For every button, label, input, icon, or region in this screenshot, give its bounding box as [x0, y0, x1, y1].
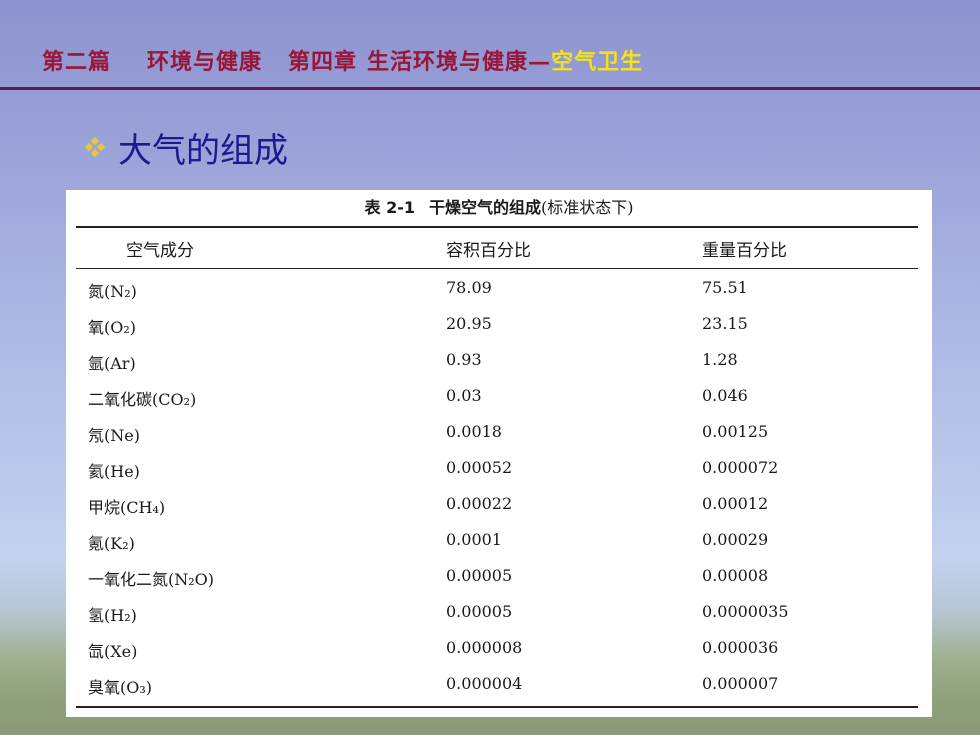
slide-header-title: 第二篇 环境与健康 第四章 生活环境与健康—空气卫生	[42, 44, 643, 76]
cell-weight: 0.000036	[702, 638, 779, 657]
table-row: 氮(N₂) 78.09 75.51	[66, 272, 932, 308]
header-divider	[0, 87, 980, 90]
table-row: 二氧化碳(CO₂) 0.03 0.046	[66, 380, 932, 416]
cell-weight: 0.000072	[702, 458, 779, 477]
cell-component: 甲烷(CH₄)	[88, 498, 166, 517]
header-part-title: 环境与健康	[147, 49, 263, 75]
cell-component: 氪(K₂)	[88, 534, 135, 553]
table-header-rule	[76, 268, 918, 269]
table-row: 一氧化二氮(N₂O) 0.00005 0.00008	[66, 560, 932, 596]
diamond-bullet-icon	[84, 136, 106, 158]
cell-weight: 0.00029	[702, 530, 769, 549]
column-header-volume: 容积百分比	[446, 241, 531, 261]
table-row: 氩(Ar) 0.93 1.28	[66, 344, 932, 380]
cell-volume: 0.00005	[446, 602, 513, 621]
slide-header: 第二篇 环境与健康 第四章 生活环境与健康—空气卫生	[0, 0, 980, 90]
caption-number: 表 2-1	[364, 198, 415, 217]
cell-volume: 78.09	[446, 278, 492, 297]
table-row: 氖(Ne) 0.0018 0.00125	[66, 416, 932, 452]
cell-weight: 0.046	[702, 386, 748, 405]
cell-weight: 1.28	[702, 350, 738, 369]
cell-volume: 0.0018	[446, 422, 502, 441]
cell-weight: 23.15	[702, 314, 748, 333]
cell-volume: 20.95	[446, 314, 492, 333]
table-caption: 表 2-1 干燥空气的组成(标准状态下)	[66, 194, 932, 218]
cell-weight: 0.000007	[702, 674, 779, 693]
cell-weight: 0.0000035	[702, 602, 789, 621]
cell-volume: 0.00052	[446, 458, 513, 477]
cell-volume: 0.000004	[446, 674, 523, 693]
caption-title: 干燥空气的组成	[428, 198, 541, 217]
header-part: 第二篇	[42, 49, 112, 75]
cell-component: 一氧化二氮(N₂O)	[88, 570, 215, 589]
table-row: 臭氧(O₃) 0.000004 0.000007	[66, 668, 932, 704]
cell-weight: 75.51	[702, 278, 748, 297]
cell-component: 臭氧(O₃)	[88, 678, 153, 697]
cell-component: 氩(Ar)	[88, 354, 136, 373]
table-row: 甲烷(CH₄) 0.00022 0.00012	[66, 488, 932, 524]
cell-component: 氮(N₂)	[88, 282, 137, 301]
cell-weight: 0.00008	[702, 566, 769, 585]
header-chapter: 第四章	[288, 49, 358, 75]
table-row: 氢(H₂) 0.00005 0.0000035	[66, 596, 932, 632]
cell-component: 氦(He)	[88, 462, 140, 481]
table-row: 氧(O₂) 20.95 23.15	[66, 308, 932, 344]
cell-volume: 0.00022	[446, 494, 513, 513]
table-row: 氙(Xe) 0.000008 0.000036	[66, 632, 932, 668]
cell-component: 氖(Ne)	[88, 426, 140, 445]
cell-component: 氢(H₂)	[88, 606, 137, 625]
column-header-component: 空气成分	[126, 241, 194, 261]
table-bottom-rule	[76, 706, 918, 708]
slide-heading: 大气的组成	[84, 122, 288, 172]
composition-table: 表 2-1 干燥空气的组成(标准状态下) 空气成分 容积百分比 重量百分比 氮(N…	[66, 190, 932, 717]
cell-volume: 0.93	[446, 350, 482, 369]
heading-text: 大气的组成	[118, 130, 288, 171]
cell-component: 二氧化碳(CO₂)	[88, 390, 197, 409]
cell-volume: 0.0001	[446, 530, 502, 549]
cell-volume: 0.000008	[446, 638, 523, 657]
cell-component: 氧(O₂)	[88, 318, 137, 337]
cell-component: 氙(Xe)	[88, 642, 138, 661]
table-row: 氪(K₂) 0.0001 0.00029	[66, 524, 932, 560]
caption-note: (标准状态下)	[541, 198, 634, 217]
header-chapter-title: 生活环境与健康—	[367, 49, 552, 75]
cell-weight: 0.00012	[702, 494, 769, 513]
cell-volume: 0.00005	[446, 566, 513, 585]
cell-weight: 0.00125	[702, 422, 769, 441]
header-section: 空气卫生	[551, 49, 644, 75]
table-top-rule	[76, 226, 918, 228]
table-row: 氦(He) 0.00052 0.000072	[66, 452, 932, 488]
cell-volume: 0.03	[446, 386, 482, 405]
column-header-weight: 重量百分比	[702, 241, 787, 261]
